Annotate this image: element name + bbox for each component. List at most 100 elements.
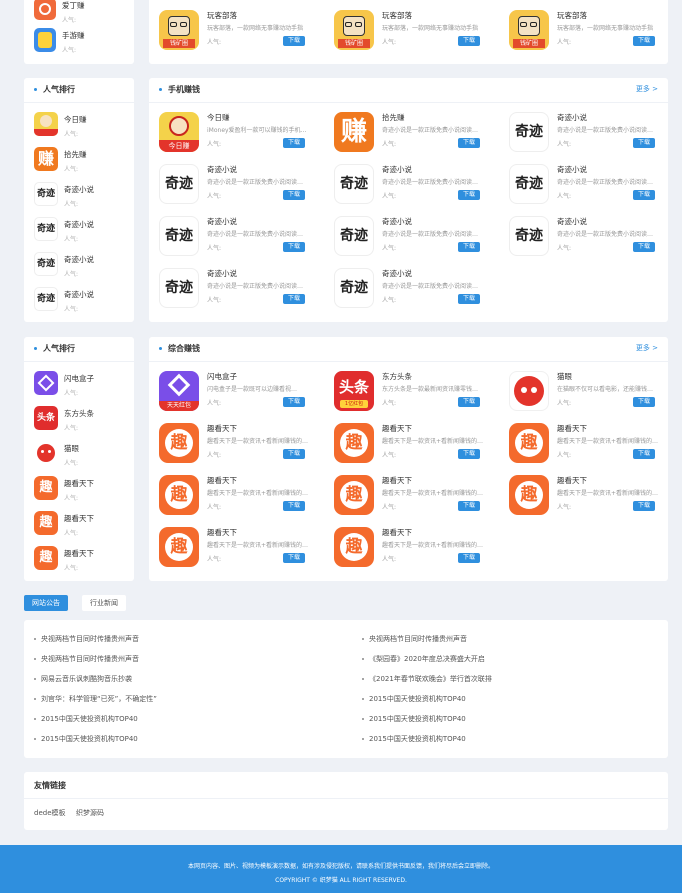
app-card[interactable]: 奇迹 奇迹小说 奇迹小说是一款正版免费小说阅读… 人气: 下载 [159, 216, 324, 264]
app-card[interactable]: 奇迹 奇迹小说 奇迹小说是一款正版免费小说阅读… 人气: 下载 [509, 164, 674, 212]
rank-item[interactable]: 猫眼 人气: [34, 441, 79, 471]
news-item[interactable]: 《2021年春节联欢晚会》举行首次联排 [362, 674, 492, 684]
app-card[interactable]: 猫眼 在猫眼不仅可以看电影，还能赚钱… 人气: 下载 [509, 371, 674, 419]
download-button[interactable]: 下载 [458, 36, 480, 46]
friend-link[interactable]: dede模板 [34, 808, 66, 818]
app-card[interactable]: 趣 趣看天下 趣看天下是一款资讯+看新闻赚钱的… 人气: 下载 [334, 475, 499, 523]
phone-earn-card: 手机赚钱 更多 > 今日赚 今日赚 iMoney爱盈利一款可以赚钱的手机… 人气: 下… [149, 78, 668, 322]
app-card[interactable]: 奇迹 奇迹小说 奇迹小说是一款正版免费小说阅读… 人气: 下载 [509, 112, 674, 160]
news-item[interactable]: 央视两档节目同时传播贵州声音 [34, 634, 139, 644]
qukan-icon: 趣 [334, 527, 374, 567]
news-item[interactable]: 网易云音乐讽刺酷狗音乐抄袭 [34, 674, 132, 684]
rank-item[interactable]: 趣 趣看天下 人气: [34, 511, 94, 541]
app-popularity: 人气: [382, 39, 397, 46]
download-button[interactable]: 下载 [458, 242, 480, 252]
download-button[interactable]: 下载 [458, 501, 480, 511]
download-button[interactable]: 下载 [633, 138, 655, 148]
news-item[interactable]: 央视两档节目同时传播贵州声音 [34, 654, 139, 664]
download-button[interactable]: 下载 [283, 36, 305, 46]
tab-announcement[interactable]: 网站公告 [24, 595, 68, 611]
download-button[interactable]: 下载 [283, 242, 305, 252]
qukan-icon: 趣 [159, 527, 199, 567]
download-button[interactable]: 下载 [283, 294, 305, 304]
rank-item[interactable]: 爱丁赚 人气: [34, 0, 85, 28]
rank-item[interactable]: 赚 拾先赚 人气: [34, 147, 87, 177]
qukan-icon: 趣 [34, 476, 58, 500]
app-card[interactable]: 趣 趣看天下 趣看天下是一款资讯+看新闻赚钱的… 人气: 下载 [334, 527, 499, 575]
app-card[interactable]: 钱矿圈 玩客部落 玩客部落，一款网络无事赚动动手指 人气: 下载 [334, 10, 499, 58]
download-button[interactable]: 下载 [633, 36, 655, 46]
tab-industry-news[interactable]: 行业新闻 [82, 595, 126, 611]
app-card[interactable]: 趣 趣看天下 趣看天下是一款资讯+看新闻赚钱的… 人气: 下载 [509, 475, 674, 523]
news-item[interactable]: 2015中国天使投资机构TOP40 [34, 714, 138, 724]
friend-link[interactable]: 织梦源码 [76, 808, 104, 818]
jinrizhuan-icon: 今日赚 [159, 112, 199, 152]
download-button[interactable]: 下载 [283, 190, 305, 200]
app-card[interactable]: 今日赚 今日赚 iMoney爱盈利一款可以赚钱的手机… 人气: 下载 [159, 112, 324, 160]
news-item[interactable]: 2015中国天使投资机构TOP40 [362, 734, 466, 744]
download-button[interactable]: 下载 [633, 242, 655, 252]
qiji-icon: 奇迹 [509, 164, 549, 204]
download-button[interactable]: 下载 [633, 397, 655, 407]
news-item[interactable]: 2015中国天使投资机构TOP40 [362, 694, 466, 704]
section-title: 手机赚钱 [159, 84, 200, 95]
app-card[interactable]: 奇迹 奇迹小说 奇迹小说是一款正版免费小说阅读… 人气: 下载 [334, 164, 499, 212]
section-title: 综合赚钱 [159, 343, 200, 354]
qiji-icon: 奇迹 [159, 268, 199, 308]
wanke-icon: 钱矿圈 [509, 10, 549, 50]
app-card[interactable]: 钱矿圈 玩客部落 玩客部落，一款网络无事赚动动手指 人气: 下载 [509, 10, 674, 58]
app-card[interactable]: 奇迹 奇迹小说 奇迹小说是一款正版免费小说阅读… 人气: 下载 [334, 216, 499, 264]
app-card[interactable]: 趣 趣看天下 趣看天下是一款资讯+看新闻赚钱的… 人气: 下载 [159, 423, 324, 471]
download-button[interactable]: 下载 [283, 501, 305, 511]
download-button[interactable]: 下载 [283, 397, 305, 407]
rank-item[interactable]: 手游赚 人气: [34, 28, 85, 58]
download-button[interactable]: 下载 [283, 553, 305, 563]
jinrizhuan-icon [34, 112, 58, 136]
app-card[interactable]: 趣 趣看天下 趣看天下是一款资讯+看新闻赚钱的… 人气: 下载 [509, 423, 674, 471]
qukan-icon: 趣 [34, 546, 58, 570]
download-button[interactable]: 下载 [633, 449, 655, 459]
news-item[interactable]: 2015中国天使投资机构TOP40 [34, 734, 138, 744]
app-card[interactable]: 趣 趣看天下 趣看天下是一款资讯+看新闻赚钱的… 人气: 下载 [159, 475, 324, 523]
rank-item[interactable]: 闪电盒子 人气: [34, 371, 94, 401]
more-link[interactable]: 更多 > [636, 343, 658, 353]
app-card[interactable]: 趣 趣看天下 趣看天下是一款资讯+看新闻赚钱的… 人气: 下载 [159, 527, 324, 575]
download-button[interactable]: 下载 [458, 190, 480, 200]
news-item[interactable]: 《梨园春》2020年度总决赛盛大开启 [362, 654, 485, 664]
app-card[interactable]: 天天红包 闪电盒子 闪电盒子是一款既可以边赚看视… 人气: 下载 [159, 371, 324, 419]
rank-item[interactable]: 趣 趣看天下 人气: [34, 476, 94, 506]
app-card[interactable]: 奇迹 奇迹小说 奇迹小说是一款正版免费小说阅读… 人气: 下载 [159, 268, 324, 316]
download-button[interactable]: 下载 [458, 294, 480, 304]
app-card[interactable]: 奇迹 奇迹小说 奇迹小说是一款正版免费小说阅读… 人气: 下载 [334, 268, 499, 316]
download-button[interactable]: 下载 [458, 397, 480, 407]
news-item[interactable]: 刘官华：科学管理“已死”，不确定性” [34, 694, 157, 704]
qiji-icon: 奇迹 [334, 216, 374, 256]
footer: 本网页内容、图片、视频为模板演示数据，如有涉及侵犯版权，请联系我们提供书面反馈，… [0, 845, 682, 893]
toutiao-icon: 头条 1亿红包 [334, 371, 374, 411]
news-item[interactable]: 2015中国天使投资机构TOP40 [362, 714, 466, 724]
general-earn-card: 综合赚钱 更多 > 天天红包 闪电盒子 闪电盒子是一款既可以边赚看视… 人气: 下载 … [149, 337, 668, 581]
app-card[interactable]: 奇迹 奇迹小说 奇迹小说是一款正版免费小说阅读… 人气: 下载 [509, 216, 674, 264]
app-card[interactable]: 奇迹 奇迹小说 奇迹小说是一款正版免费小说阅读… 人气: 下载 [159, 164, 324, 212]
rank-item[interactable]: 奇迹 奇迹小说 人气: [34, 252, 94, 282]
more-link[interactable]: 更多 > [636, 84, 658, 94]
download-button[interactable]: 下载 [458, 449, 480, 459]
rank-item[interactable]: 奇迹 奇迹小说 人气: [34, 287, 94, 317]
download-button[interactable]: 下载 [458, 138, 480, 148]
app-card[interactable]: 趣 趣看天下 趣看天下是一款资讯+看新闻赚钱的… 人气: 下载 [334, 423, 499, 471]
rank-item[interactable]: 今日赚 人气: [34, 112, 87, 142]
app-card[interactable]: 头条 1亿红包 东方头条 东方头条是一款最新闻资讯赚零钱… 人气: 下载 [334, 371, 499, 419]
download-button[interactable]: 下载 [283, 449, 305, 459]
app-card[interactable]: 赚 拾先赚 奇迹小说是一款正版免费小说阅读… 人气: 下载 [334, 112, 499, 160]
app-card[interactable]: 钱矿圈 玩客部落 玩客部落，一款网络无事赚动动手指 人气: 下载 [159, 10, 324, 58]
download-button[interactable]: 下载 [633, 501, 655, 511]
rank-card-1: 人气排行 今日赚 人气: 赚 拾先赚 人气: 奇迹 奇迹小说 人气: 奇迹 奇迹小说人… [24, 78, 134, 322]
download-button[interactable]: 下载 [458, 553, 480, 563]
download-button[interactable]: 下载 [633, 190, 655, 200]
rank-item[interactable]: 头条 东方头条 人气: [34, 406, 94, 436]
rank-item[interactable]: 奇迹 奇迹小说 人气: [34, 217, 94, 247]
rank-item[interactable]: 奇迹 奇迹小说 人气: [34, 182, 94, 212]
news-item[interactable]: 央视两档节目同时传播贵州声音 [362, 634, 467, 644]
download-button[interactable]: 下载 [283, 138, 305, 148]
rank-item[interactable]: 趣 趣看天下 人气: [34, 546, 94, 576]
